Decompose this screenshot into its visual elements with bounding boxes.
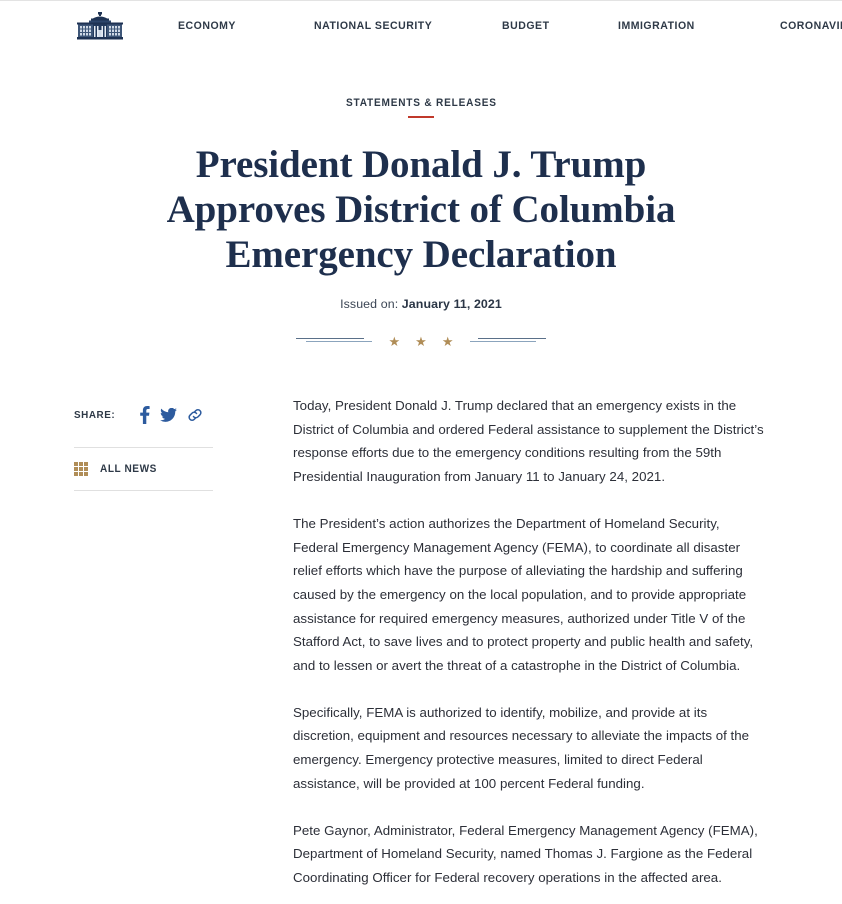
white-house-icon[interactable] <box>74 11 126 42</box>
divider-stars: ★ ★ ★ <box>372 335 471 348</box>
share-label: SHARE: <box>74 409 116 421</box>
primary-nav: ECONOMY NATIONAL SECURITY BUDGET IMMIGRA… <box>178 20 842 32</box>
article-paragraph: The President’s action authorizes the De… <box>293 515 754 674</box>
category-statements-and-releases[interactable]: STATEMENTS & RELEASES <box>346 97 497 109</box>
issued-on: Issued on: January 11, 2021 <box>0 297 842 311</box>
article-paragraph: Today, President Donald J. Trump declare… <box>293 398 764 485</box>
issued-on-label: Issued on: <box>340 297 399 311</box>
divider-line-right <box>470 337 547 345</box>
nav-item-immigration[interactable]: IMMIGRATION <box>618 20 695 32</box>
rail-divider-bottom <box>74 490 213 491</box>
article-header: STATEMENTS & RELEASES President Donald J… <box>0 52 842 349</box>
all-news-link[interactable]: ALL NEWS <box>74 448 213 490</box>
site-header: ECONOMY NATIONAL SECURITY BUDGET IMMIGRA… <box>0 0 842 52</box>
article-content: Today, President Donald J. Trump declare… <box>213 394 842 904</box>
facebook-icon[interactable] <box>139 405 151 425</box>
nav-item-national-security[interactable]: NATIONAL SECURITY <box>314 20 432 32</box>
article-paragraph: Specifically, FEMA is authorized to iden… <box>293 704 750 791</box>
page-title: President Donald J. Trump Approves Distr… <box>166 143 676 276</box>
star-icon: ★ <box>415 333 427 349</box>
nav-item-coronavirus-gov[interactable]: CORONAVIRUS.GOV <box>780 20 842 32</box>
article-paragraph: Pete Gaynor, Administrator, Federal Emer… <box>293 822 758 885</box>
nav-item-economy[interactable]: ECONOMY <box>178 20 236 32</box>
page-root: ECONOMY NATIONAL SECURITY BUDGET IMMIGRA… <box>0 0 842 904</box>
category-underline <box>408 116 434 118</box>
star-icon: ★ <box>441 333 454 349</box>
divider-line-left <box>295 337 372 345</box>
all-news-label: ALL NEWS <box>100 463 157 475</box>
nav-item-budget[interactable]: BUDGET <box>502 20 550 32</box>
twitter-icon[interactable] <box>160 405 178 425</box>
article-body-wrap: SHARE: ALL NEWS Today, President Donald … <box>0 349 842 904</box>
grid-icon <box>74 462 88 476</box>
star-divider: ★ ★ ★ <box>0 333 842 349</box>
star-icon: ★ <box>388 333 401 349</box>
issued-on-date: January 11, 2021 <box>401 297 502 311</box>
share-row: SHARE: <box>74 404 213 426</box>
share-rail: SHARE: ALL NEWS <box>0 404 213 904</box>
link-icon[interactable] <box>187 405 203 425</box>
